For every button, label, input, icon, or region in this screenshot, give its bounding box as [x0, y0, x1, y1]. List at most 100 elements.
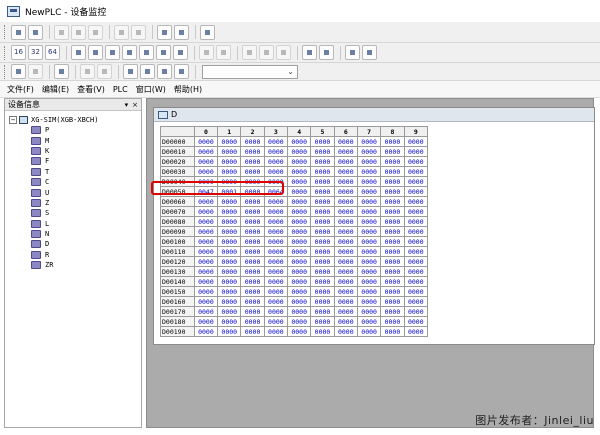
value-cell[interactable]: 0000 [193, 176, 219, 187]
value-cell[interactable]: 0000 [287, 316, 312, 327]
value-cell[interactable]: 0000 [356, 256, 382, 267]
value-cell[interactable]: 0000 [403, 296, 428, 307]
value-cell[interactable]: 0000 [380, 236, 405, 247]
value-cell[interactable]: 0000 [333, 316, 358, 327]
toolbar-grip[interactable] [4, 45, 7, 60]
collapse-icon[interactable]: − [9, 115, 17, 124]
print-icon[interactable] [157, 24, 172, 40]
value-cell[interactable]: 0000 [263, 306, 289, 317]
value-cell[interactable]: 0000 [287, 326, 312, 337]
tree-item-l[interactable]: L [9, 219, 141, 229]
hex-format-icon[interactable] [122, 45, 137, 60]
value-cell[interactable]: 0000 [287, 286, 312, 297]
redo-icon[interactable] [131, 24, 146, 40]
value-cell[interactable]: 0000 [287, 146, 312, 157]
value-cell[interactable]: 0000 [263, 246, 289, 257]
value-cell[interactable]: 0000 [287, 266, 312, 277]
value-cell[interactable]: 0000 [310, 286, 335, 297]
arrange-icon[interactable] [174, 64, 189, 79]
value-cell[interactable]: 0000 [263, 196, 289, 207]
value-cell[interactable]: 0000 [333, 226, 358, 237]
value-cell[interactable]: 0000 [193, 236, 219, 247]
copy-icon[interactable] [71, 24, 86, 40]
value-cell[interactable]: 0000 [193, 256, 219, 267]
value-cell[interactable]: 0000 [380, 206, 405, 217]
value-cell[interactable]: 0000 [380, 216, 405, 227]
tree-item-m[interactable]: M [9, 135, 141, 145]
value-cell[interactable]: 0000 [403, 326, 428, 337]
value-cell[interactable]: 0000 [263, 166, 289, 177]
value-cell[interactable]: 0000 [263, 206, 289, 217]
value-cell[interactable]: 0000 [217, 226, 242, 237]
value-cell[interactable]: 0000 [333, 266, 358, 277]
value-cell[interactable]: 0000 [193, 166, 219, 177]
tree-item-r[interactable]: R [9, 250, 141, 260]
value-cell[interactable]: 0000 [356, 196, 382, 207]
value-cell[interactable]: 0000 [380, 316, 405, 327]
tree-item-u[interactable]: U [9, 187, 141, 197]
close-icon[interactable]: × [132, 101, 138, 109]
tree-item-c[interactable]: C [9, 177, 141, 187]
monitor-icon[interactable] [54, 64, 69, 79]
view-32bit-button[interactable]: 32 [28, 45, 43, 60]
value-cell[interactable]: 0000 [193, 246, 219, 257]
binary-format-icon[interactable] [71, 45, 86, 60]
value-cell[interactable]: 0000 [287, 196, 312, 207]
paste-icon[interactable] [88, 24, 103, 40]
value-cell[interactable]: 0000 [287, 176, 312, 187]
tree-item-s[interactable]: S [9, 208, 141, 218]
tool-a-icon[interactable] [345, 45, 360, 60]
value-cell[interactable]: 0000 [240, 306, 265, 317]
grid-icon[interactable] [80, 64, 95, 79]
value-cell[interactable]: 0000 [217, 316, 242, 327]
view-64bit-button[interactable]: 64 [45, 45, 60, 60]
value-cell[interactable]: 0000 [263, 156, 289, 167]
value-cell[interactable]: 0000 [193, 216, 219, 227]
menu-file[interactable]: 文件(F) [3, 84, 38, 95]
value-cell[interactable]: 0000 [333, 196, 358, 207]
value-cell[interactable]: 0000 [333, 246, 358, 257]
value-cell[interactable]: 0000 [217, 286, 242, 297]
value-cell[interactable]: 0000 [240, 196, 265, 207]
toolbar-grip[interactable] [4, 64, 7, 79]
hex-selected-icon[interactable] [139, 45, 154, 60]
value-cell[interactable]: 0000 [380, 226, 405, 237]
value-cell[interactable]: 0000 [310, 326, 335, 337]
chevron-down-icon[interactable]: ⌄ [287, 67, 294, 76]
value-cell[interactable]: 0000 [240, 246, 265, 257]
value-cell[interactable]: 0000 [263, 216, 289, 227]
value-cell[interactable]: 0000 [310, 186, 335, 197]
value-cell[interactable]: 0000 [333, 236, 358, 247]
value-cell[interactable]: 0000 [240, 316, 265, 327]
user-connect-icon[interactable] [242, 45, 257, 60]
value-cell[interactable]: 0000 [240, 176, 265, 187]
value-cell[interactable]: 0000 [240, 146, 265, 157]
value-cell[interactable]: 0000 [287, 256, 312, 267]
monitor-window[interactable]: D 0123456789 D00000 0000 0000 0000 0000 0000 0… [153, 107, 595, 345]
value-cell[interactable]: 0000 [217, 256, 242, 267]
value-cell[interactable]: 0000 [356, 286, 382, 297]
menu-help[interactable]: 帮助(H) [170, 84, 206, 95]
value-cell[interactable]: 0000 [356, 306, 382, 317]
value-cell[interactable]: 0000 [333, 136, 358, 147]
value-cell[interactable]: 0000 [240, 206, 265, 217]
user-add-icon[interactable] [216, 45, 231, 60]
value-cell[interactable]: 0000 [193, 316, 219, 327]
value-cell[interactable]: 0000 [217, 216, 242, 227]
value-cell[interactable]: 0000 [380, 166, 405, 177]
value-cell[interactable]: 0001 [217, 186, 242, 197]
value-cell[interactable]: 0000 [380, 136, 405, 147]
value-cell[interactable]: 0000 [193, 276, 219, 287]
value-cell[interactable]: 0000 [193, 306, 219, 317]
value-cell[interactable]: 0000 [333, 216, 358, 227]
value-cell[interactable]: 0000 [403, 146, 428, 157]
value-cell[interactable]: 0000 [333, 146, 358, 157]
user-disconnect-icon[interactable] [259, 45, 274, 60]
value-cell[interactable]: 0000 [333, 306, 358, 317]
value-cell[interactable]: 0000 [287, 206, 312, 217]
toolbar-grip[interactable] [4, 25, 7, 39]
value-cell[interactable]: 0000 [193, 326, 219, 337]
value-cell[interactable]: 0000 [263, 296, 289, 307]
value-cell[interactable]: 0000 [380, 296, 405, 307]
value-cell[interactable]: 0000 [403, 166, 428, 177]
